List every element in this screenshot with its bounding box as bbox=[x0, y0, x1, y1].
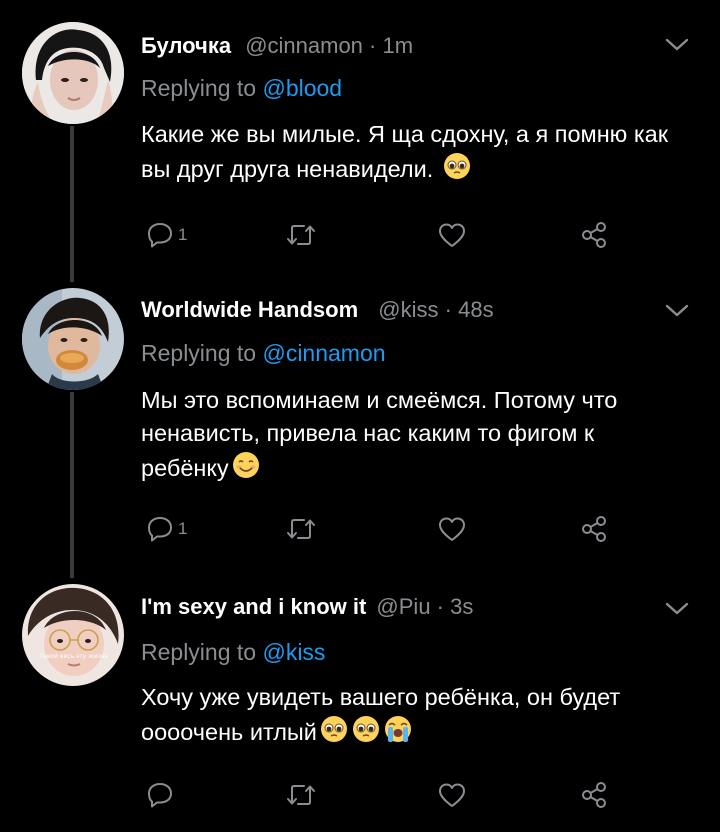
tweet-actions bbox=[141, 780, 611, 810]
tweet-header: Булочка @cinnamon · 1m bbox=[141, 33, 413, 59]
user-handle[interactable]: @Piu bbox=[376, 594, 430, 619]
timestamp[interactable]: 1m bbox=[382, 33, 413, 58]
retweet-icon bbox=[287, 519, 315, 539]
retweet-action[interactable] bbox=[285, 514, 317, 544]
reply-action[interactable] bbox=[146, 780, 178, 810]
tweet-header: Worldwide Handsom @kiss · 48s bbox=[141, 297, 494, 323]
retweet-icon bbox=[287, 225, 315, 245]
like-action[interactable] bbox=[437, 220, 467, 250]
share-action[interactable] bbox=[579, 514, 609, 544]
chevron-down-icon[interactable] bbox=[664, 303, 690, 319]
timestamp[interactable]: 3s bbox=[450, 594, 473, 619]
timestamp[interactable]: 48s bbox=[458, 297, 493, 322]
display-name[interactable]: Worldwide Handsom bbox=[141, 297, 358, 322]
share-icon bbox=[582, 516, 606, 542]
replying-to-label: Replying to bbox=[141, 75, 257, 101]
tweet-actions: 1 bbox=[141, 220, 611, 250]
share-action[interactable] bbox=[579, 220, 609, 250]
avatar-caption: такой весь эту жизнь bbox=[40, 653, 109, 660]
avatar[interactable] bbox=[22, 288, 124, 390]
tweet-text: Какие же вы милые. Я ща сдохну, а я помн… bbox=[141, 118, 681, 186]
mention-link[interactable]: @cinnamon bbox=[262, 340, 385, 366]
like-action[interactable] bbox=[437, 780, 467, 810]
heart-icon bbox=[439, 783, 465, 807]
tweet-cinnamon[interactable]: Булочка @cinnamon · 1m Replying to @bloo… bbox=[0, 0, 720, 282]
mention-link[interactable]: @kiss bbox=[262, 639, 325, 665]
avatar-image bbox=[22, 22, 124, 124]
heart-icon bbox=[439, 517, 465, 541]
pleading-face-emoji-icon bbox=[352, 716, 379, 742]
separator: · bbox=[430, 594, 451, 619]
chevron-down-icon[interactable] bbox=[664, 601, 690, 617]
reply-count: 1 bbox=[178, 225, 188, 244]
tweet-text-content: Мы это вспоминаем и смеёмся. Потому что … bbox=[141, 387, 618, 481]
tweet-actions: 1 bbox=[141, 514, 611, 544]
chevron-down-icon[interactable] bbox=[664, 37, 690, 53]
reply-count: 1 bbox=[178, 519, 188, 538]
pleading-face-emoji-icon bbox=[320, 716, 347, 742]
pleading-face-emoji-icon bbox=[443, 153, 470, 179]
tweet-header: I'm sexy and i know it @Piu · 3s bbox=[141, 594, 473, 620]
heart-icon bbox=[439, 223, 465, 247]
reply-action[interactable]: 1 bbox=[146, 514, 187, 544]
avatar-image: такой весь эту жизнь bbox=[22, 584, 124, 686]
like-action[interactable] bbox=[437, 514, 467, 544]
tweet-text: Мы это вспоминаем и смеёмся. Потому что … bbox=[141, 384, 681, 485]
retweet-action[interactable] bbox=[285, 220, 317, 250]
avatar-image bbox=[22, 288, 124, 390]
reply-icon bbox=[148, 783, 172, 808]
loudly-crying-face-emoji-icon bbox=[384, 716, 411, 742]
smiling-face-emoji-icon bbox=[232, 452, 259, 478]
tweet-kiss[interactable]: Worldwide Handsom @kiss · 48s Replying t… bbox=[0, 282, 720, 578]
retweet-icon bbox=[287, 785, 315, 805]
reply-icon bbox=[148, 223, 172, 248]
retweet-action[interactable] bbox=[285, 780, 317, 810]
share-action[interactable] bbox=[579, 780, 609, 810]
reply-icon bbox=[148, 517, 172, 542]
replying-to: Replying to @blood bbox=[141, 75, 342, 102]
share-icon bbox=[582, 222, 606, 248]
separator: · bbox=[362, 33, 383, 58]
separator: · bbox=[438, 297, 459, 322]
replying-to: Replying to @kiss bbox=[141, 639, 325, 666]
tweet-text-content: Какие же вы милые. Я ща сдохну, а я помн… bbox=[141, 121, 668, 182]
replying-to-label: Replying to bbox=[141, 340, 257, 366]
avatar[interactable] bbox=[22, 22, 124, 124]
avatar[interactable]: такой весь эту жизнь bbox=[22, 584, 124, 686]
replying-to-label: Replying to bbox=[141, 639, 257, 665]
display-name[interactable]: Булочка bbox=[141, 33, 231, 58]
replying-to: Replying to @cinnamon bbox=[141, 340, 386, 367]
display-name[interactable]: I'm sexy and i know it bbox=[141, 594, 366, 619]
tweet-piu[interactable]: такой весь эту жизнь I'm sexy and i know… bbox=[0, 578, 720, 832]
user-handle[interactable]: @kiss bbox=[378, 297, 438, 322]
reply-action[interactable]: 1 bbox=[146, 220, 187, 250]
user-handle[interactable]: @cinnamon bbox=[245, 33, 363, 58]
share-icon bbox=[582, 782, 606, 808]
mention-link[interactable]: @blood bbox=[262, 75, 342, 101]
tweet-text: Хочу уже увидеть вашего ребёнка, он буде… bbox=[141, 681, 681, 749]
